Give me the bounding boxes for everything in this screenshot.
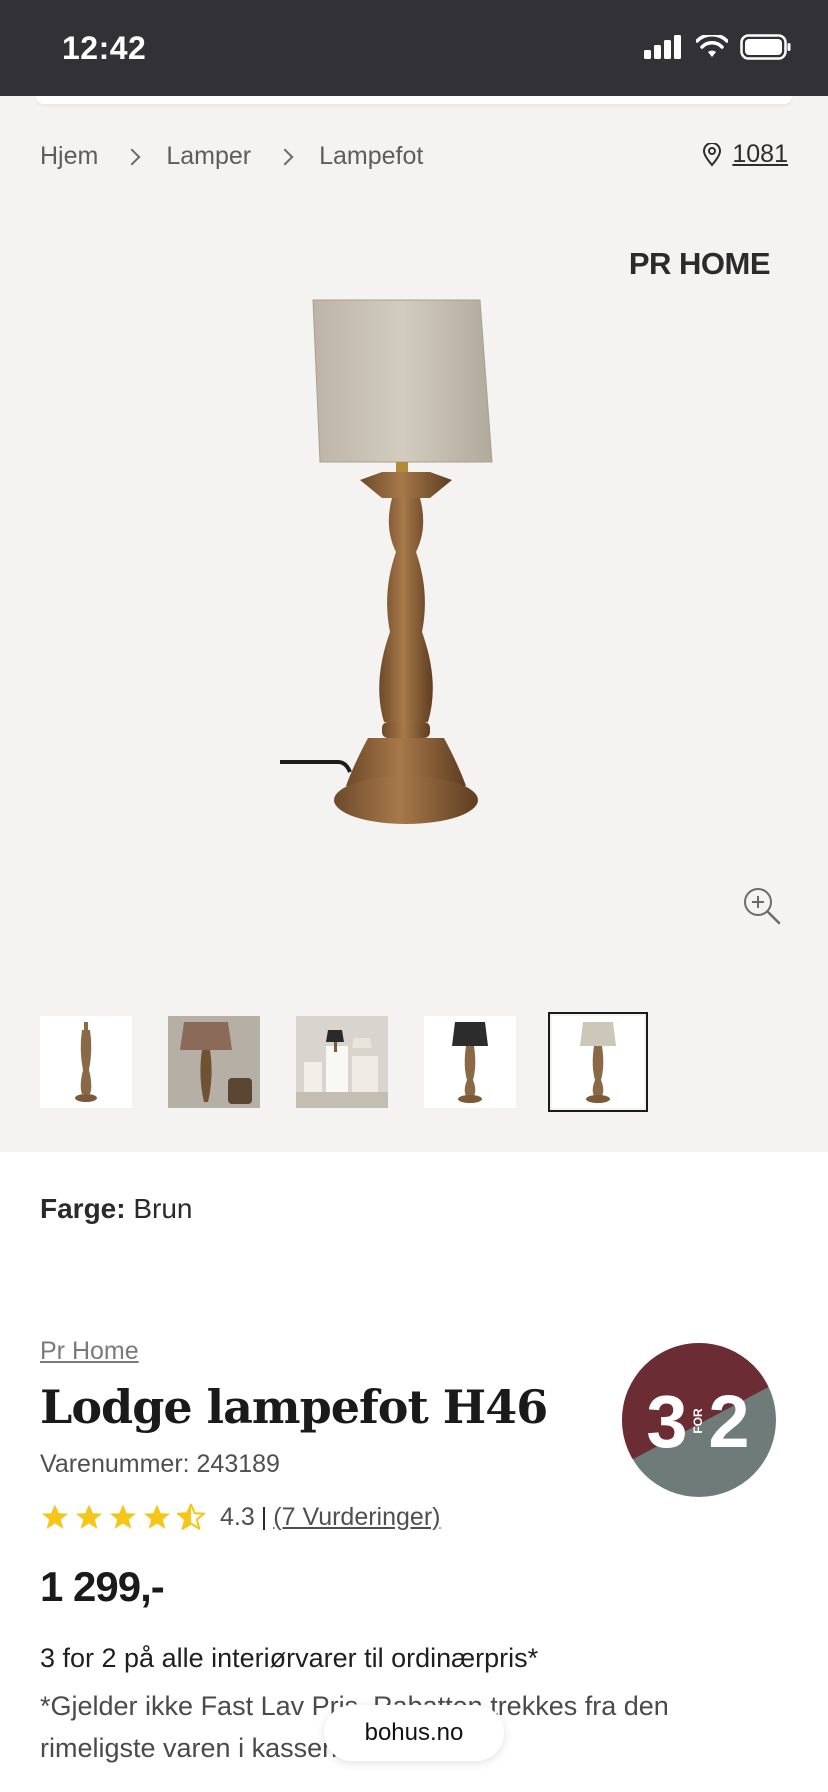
star-full-icon [143, 1504, 171, 1529]
star-full-icon [75, 1504, 103, 1529]
rating-stars [40, 1502, 206, 1532]
badge-right-number: 2 [708, 1380, 749, 1463]
battery-icon [740, 34, 791, 60]
thumbnail-3[interactable] [296, 1016, 388, 1108]
zoom-in-icon[interactable] [742, 886, 782, 926]
color-value: Brun [133, 1193, 193, 1224]
product-title: Lodge lampefot H46 [40, 1380, 548, 1434]
thumbnail-strip [40, 1012, 648, 1112]
three-for-two-badge: 3 FOR 2 [622, 1343, 776, 1497]
thumbnail-4[interactable] [424, 1016, 516, 1108]
star-full-icon [109, 1504, 137, 1529]
breadcrumb-item-lampefot[interactable]: Lampefot [319, 142, 423, 171]
thumbnail-5[interactable] [548, 1012, 648, 1112]
color-label: Farge: [40, 1193, 126, 1224]
store-selector[interactable]: 1081 [702, 140, 788, 169]
product-price: 1 299,- [40, 1563, 165, 1610]
location-pin-icon [703, 142, 722, 167]
cellular-signal-icon [644, 35, 681, 59]
product-gallery: Hjem Lamper Lampefot 1081 PR HOME [0, 96, 828, 1152]
wifi-icon [696, 35, 728, 57]
thumbnail-2[interactable] [168, 1016, 260, 1108]
breadcrumb: Hjem Lamper Lampefot [40, 142, 423, 171]
rating-value: 4.3 [220, 1502, 255, 1531]
product-sku: Varenummer: 243189 [40, 1450, 280, 1478]
color-selector: Farge: Brun [40, 1193, 193, 1225]
status-bar: 12:42 [0, 0, 828, 96]
rating-separator: | [260, 1502, 268, 1531]
promo-title: 3 for 2 på alle interiørvarer til ordinæ… [40, 1643, 539, 1673]
chevron-right-icon [276, 148, 294, 165]
status-icons [644, 34, 792, 60]
breadcrumb-item-home[interactable]: Hjem [40, 142, 98, 171]
thumbnail-1[interactable] [40, 1016, 132, 1108]
status-time: 12:42 [62, 30, 147, 66]
reviews-link[interactable]: (7 Vurderinger) [273, 1503, 440, 1532]
badge-left-number: 3 [646, 1380, 687, 1463]
star-half-icon [176, 1503, 206, 1530]
product-image[interactable] [280, 292, 530, 902]
breadcrumb-item-lamper[interactable]: Lamper [166, 142, 251, 171]
rating: 4.3 | (7 Vurderinger) [40, 1502, 440, 1532]
store-code[interactable]: 1081 [732, 140, 788, 169]
brand-link[interactable]: Pr Home [40, 1337, 139, 1366]
star-full-icon [41, 1504, 69, 1529]
brand-logo: PR HOME [628, 246, 771, 281]
site-url-pill[interactable]: bohus.no [324, 1705, 504, 1761]
chevron-right-icon [123, 148, 141, 165]
badge-for-label: FOR [691, 1408, 705, 1434]
header-sheet-edge [36, 96, 792, 104]
